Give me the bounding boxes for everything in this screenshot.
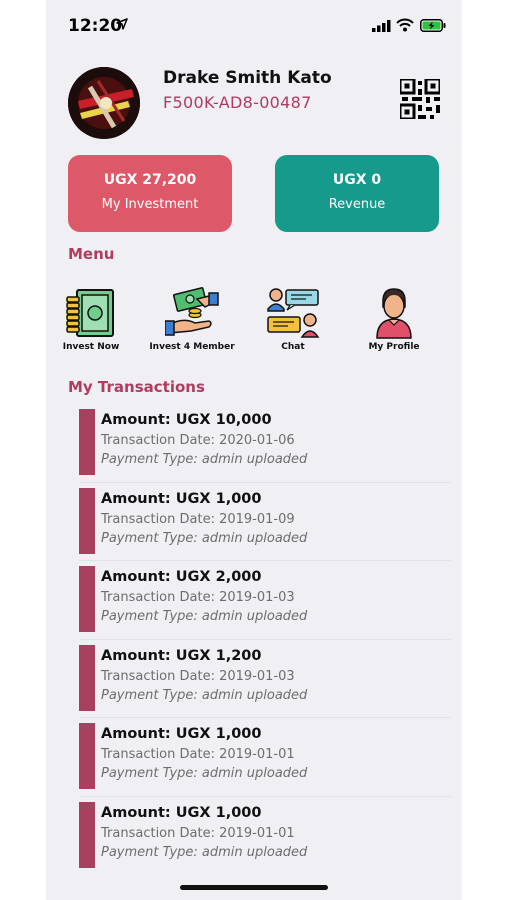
transaction-marker [79, 801, 95, 868]
payment-type: Payment Type: admin uploaded [101, 530, 308, 546]
transaction-date: Transaction Date: 2019-01-01 [101, 747, 295, 762]
transaction-marker [79, 566, 95, 632]
payment-type: Payment Type: admin uploaded [101, 766, 308, 781]
cellular-signal-icon [372, 20, 391, 32]
menu-item-label: Invest 4 Member [149, 342, 235, 352]
transaction-row[interactable]: Amount: UGX 1,200 Transaction Date: 2019… [79, 640, 451, 718]
phone-screen: 12:20 Drake Smith Kato F500K-AD8-00487 U… [46, 0, 462, 900]
transaction-marker [79, 723, 95, 789]
menu-item-invest-4-member[interactable]: Invest 4 Member [142, 287, 242, 357]
revenue-label: Revenue [328, 197, 386, 212]
avatar-image [68, 67, 140, 139]
payment-type: Payment Type: admin uploaded [101, 687, 308, 703]
chat-icon [267, 288, 320, 338]
payment-type: Payment Type: admin uploaded [101, 452, 308, 467]
investment-card[interactable]: UGX 27,200 My Investment [68, 155, 232, 232]
transaction-amount: Amount: UGX 2,000 [101, 569, 262, 585]
transaction-amount: Amount: UGX 1,000 [101, 490, 262, 507]
menu-item-label: My Profile [368, 342, 420, 352]
transaction-row[interactable]: Amount: UGX 1,000 Transaction Date: 2019… [79, 718, 451, 797]
money-stack-icon [66, 289, 114, 337]
transaction-date: Transaction Date: 2020-01-06 [101, 433, 295, 448]
transaction-amount: Amount: UGX 10,000 [101, 412, 272, 428]
transaction-row[interactable]: Amount: UGX 1,000 Transaction Date: 2019… [79, 483, 451, 561]
handshake-money-icon [165, 287, 219, 336]
location-arrow-icon [116, 18, 128, 30]
payment-type: Payment Type: admin uploaded [101, 844, 308, 860]
menu-item-label: Chat [281, 342, 305, 352]
profile-icon [376, 288, 412, 339]
menu-item-chat[interactable]: Chat [243, 287, 343, 357]
transactions-title: My Transactions [68, 378, 205, 396]
status-time: 12:20 [68, 16, 123, 36]
battery-charging-icon [420, 19, 446, 32]
menu-item-invest-now[interactable]: Invest Now [46, 287, 141, 357]
menu-item-my-profile[interactable]: My Profile [344, 287, 444, 357]
transaction-marker [79, 409, 95, 475]
transaction-marker [79, 487, 95, 554]
transaction-date: Transaction Date: 2019-01-01 [101, 825, 295, 841]
transaction-amount: Amount: UGX 1,200 [101, 647, 262, 664]
transaction-date: Transaction Date: 2019-01-09 [101, 511, 295, 527]
user-name: Drake Smith Kato [163, 68, 332, 88]
transactions-list: Amount: UGX 10,000 Transaction Date: 202… [79, 404, 451, 874]
revenue-amount: UGX 0 [332, 172, 382, 188]
transaction-marker [79, 644, 95, 711]
transaction-date: Transaction Date: 2019-01-03 [101, 668, 295, 684]
investment-label: My Investment [101, 197, 199, 212]
payment-type: Payment Type: admin uploaded [101, 609, 308, 624]
transaction-date: Transaction Date: 2019-01-03 [101, 590, 295, 605]
transaction-amount: Amount: UGX 1,000 [101, 804, 262, 821]
member-code: F500K-AD8-00487 [163, 93, 312, 112]
home-indicator[interactable] [180, 885, 328, 890]
transaction-row[interactable]: Amount: UGX 2,000 Transaction Date: 2019… [79, 561, 451, 640]
wifi-icon [396, 18, 414, 32]
transaction-row[interactable]: Amount: UGX 1,000 Transaction Date: 2019… [79, 797, 451, 875]
menu-title: Menu [68, 245, 115, 263]
menu-item-label: Invest Now [62, 342, 120, 352]
transaction-row[interactable]: Amount: UGX 10,000 Transaction Date: 202… [79, 404, 451, 483]
investment-amount: UGX 27,200 [103, 172, 197, 188]
qr-code-icon[interactable] [400, 79, 440, 119]
status-bar: 12:20 [46, 0, 462, 48]
profile-avatar[interactable] [68, 67, 140, 139]
transaction-amount: Amount: UGX 1,000 [101, 726, 262, 742]
revenue-card[interactable]: UGX 0 Revenue [275, 155, 439, 232]
